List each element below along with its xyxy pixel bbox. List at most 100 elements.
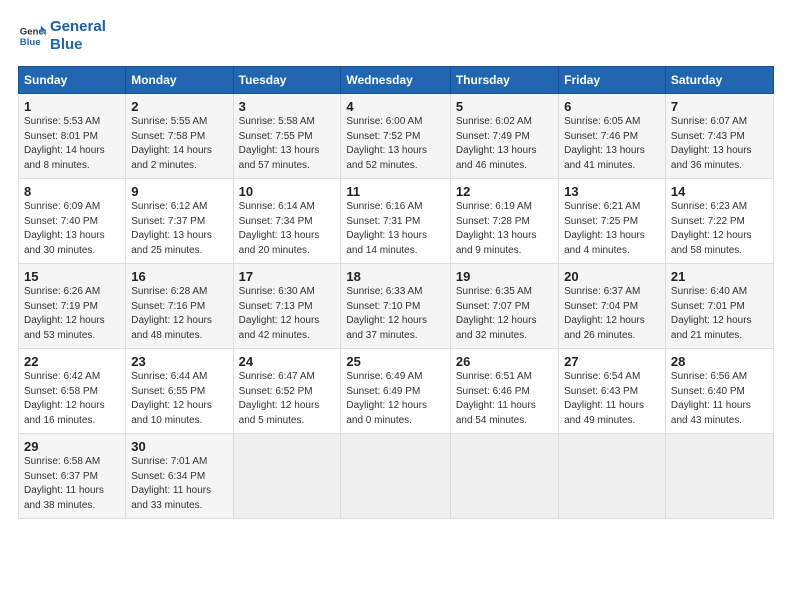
day-detail: Sunrise: 6:40 AMSunset: 7:01 PMDaylight:… xyxy=(671,285,768,343)
day-number: 14 xyxy=(671,184,768,199)
day-detail: Sunrise: 6:42 AMSunset: 6:58 PMDaylight:… xyxy=(24,370,120,428)
day-detail: Sunrise: 6:12 AMSunset: 7:37 PMDaylight:… xyxy=(131,200,227,258)
day-detail: Sunrise: 6:26 AMSunset: 7:19 PMDaylight:… xyxy=(24,285,120,343)
day-detail: Sunrise: 6:14 AMSunset: 7:34 PMDaylight:… xyxy=(239,200,336,258)
weekday-header-row: SundayMondayTuesdayWednesdayThursdayFrid… xyxy=(19,67,774,94)
calendar-cell: 12Sunrise: 6:19 AMSunset: 7:28 PMDayligh… xyxy=(450,179,558,264)
day-number: 9 xyxy=(131,184,227,199)
day-number: 15 xyxy=(24,269,120,284)
day-number: 20 xyxy=(564,269,660,284)
day-detail: Sunrise: 6:51 AMSunset: 6:46 PMDaylight:… xyxy=(456,370,553,428)
day-detail: Sunrise: 6:58 AMSunset: 6:37 PMDaylight:… xyxy=(24,455,120,513)
calendar-cell: 21Sunrise: 6:40 AMSunset: 7:01 PMDayligh… xyxy=(665,264,773,349)
logo-icon: General Blue xyxy=(18,22,46,50)
day-detail: Sunrise: 5:53 AMSunset: 8:01 PMDaylight:… xyxy=(24,115,120,173)
day-number: 18 xyxy=(346,269,445,284)
calendar-week-2: 8Sunrise: 6:09 AMSunset: 7:40 PMDaylight… xyxy=(19,179,774,264)
calendar-cell: 16Sunrise: 6:28 AMSunset: 7:16 PMDayligh… xyxy=(126,264,233,349)
day-number: 28 xyxy=(671,354,768,369)
day-number: 19 xyxy=(456,269,553,284)
day-number: 10 xyxy=(239,184,336,199)
weekday-wednesday: Wednesday xyxy=(341,67,451,94)
day-number: 3 xyxy=(239,99,336,114)
calendar-week-5: 29Sunrise: 6:58 AMSunset: 6:37 PMDayligh… xyxy=(19,434,774,519)
calendar-cell: 9Sunrise: 6:12 AMSunset: 7:37 PMDaylight… xyxy=(126,179,233,264)
calendar-cell: 7Sunrise: 6:07 AMSunset: 7:43 PMDaylight… xyxy=(665,94,773,179)
calendar-cell xyxy=(233,434,341,519)
day-number: 26 xyxy=(456,354,553,369)
day-detail: Sunrise: 6:49 AMSunset: 6:49 PMDaylight:… xyxy=(346,370,445,428)
day-detail: Sunrise: 6:35 AMSunset: 7:07 PMDaylight:… xyxy=(456,285,553,343)
day-number: 7 xyxy=(671,99,768,114)
day-number: 30 xyxy=(131,439,227,454)
weekday-tuesday: Tuesday xyxy=(233,67,341,94)
calendar-week-3: 15Sunrise: 6:26 AMSunset: 7:19 PMDayligh… xyxy=(19,264,774,349)
day-number: 29 xyxy=(24,439,120,454)
day-detail: Sunrise: 6:19 AMSunset: 7:28 PMDaylight:… xyxy=(456,200,553,258)
calendar-cell: 5Sunrise: 6:02 AMSunset: 7:49 PMDaylight… xyxy=(450,94,558,179)
day-detail: Sunrise: 6:28 AMSunset: 7:16 PMDaylight:… xyxy=(131,285,227,343)
calendar-table: SundayMondayTuesdayWednesdayThursdayFrid… xyxy=(18,66,774,519)
calendar-cell: 17Sunrise: 6:30 AMSunset: 7:13 PMDayligh… xyxy=(233,264,341,349)
weekday-thursday: Thursday xyxy=(450,67,558,94)
day-number: 2 xyxy=(131,99,227,114)
day-number: 22 xyxy=(24,354,120,369)
day-number: 16 xyxy=(131,269,227,284)
day-detail: Sunrise: 5:55 AMSunset: 7:58 PMDaylight:… xyxy=(131,115,227,173)
calendar-cell: 27Sunrise: 6:54 AMSunset: 6:43 PMDayligh… xyxy=(559,349,666,434)
day-number: 6 xyxy=(564,99,660,114)
calendar-cell: 13Sunrise: 6:21 AMSunset: 7:25 PMDayligh… xyxy=(559,179,666,264)
day-number: 27 xyxy=(564,354,660,369)
calendar-week-4: 22Sunrise: 6:42 AMSunset: 6:58 PMDayligh… xyxy=(19,349,774,434)
calendar-cell: 18Sunrise: 6:33 AMSunset: 7:10 PMDayligh… xyxy=(341,264,451,349)
svg-text:Blue: Blue xyxy=(20,37,41,48)
day-number: 11 xyxy=(346,184,445,199)
day-number: 21 xyxy=(671,269,768,284)
calendar-cell: 30Sunrise: 7:01 AMSunset: 6:34 PMDayligh… xyxy=(126,434,233,519)
calendar-cell: 1Sunrise: 5:53 AMSunset: 8:01 PMDaylight… xyxy=(19,94,126,179)
logo: General Blue GeneralBlue xyxy=(18,18,106,54)
day-detail: Sunrise: 7:01 AMSunset: 6:34 PMDaylight:… xyxy=(131,455,227,513)
day-number: 13 xyxy=(564,184,660,199)
day-number: 1 xyxy=(24,99,120,114)
day-number: 4 xyxy=(346,99,445,114)
calendar-cell: 23Sunrise: 6:44 AMSunset: 6:55 PMDayligh… xyxy=(126,349,233,434)
calendar-cell: 2Sunrise: 5:55 AMSunset: 7:58 PMDaylight… xyxy=(126,94,233,179)
calendar-cell: 10Sunrise: 6:14 AMSunset: 7:34 PMDayligh… xyxy=(233,179,341,264)
calendar-cell: 25Sunrise: 6:49 AMSunset: 6:49 PMDayligh… xyxy=(341,349,451,434)
calendar-cell xyxy=(450,434,558,519)
calendar-cell: 3Sunrise: 5:58 AMSunset: 7:55 PMDaylight… xyxy=(233,94,341,179)
calendar-cell: 6Sunrise: 6:05 AMSunset: 7:46 PMDaylight… xyxy=(559,94,666,179)
day-number: 12 xyxy=(456,184,553,199)
weekday-friday: Friday xyxy=(559,67,666,94)
day-number: 24 xyxy=(239,354,336,369)
calendar-cell: 28Sunrise: 6:56 AMSunset: 6:40 PMDayligh… xyxy=(665,349,773,434)
calendar-cell: 4Sunrise: 6:00 AMSunset: 7:52 PMDaylight… xyxy=(341,94,451,179)
day-detail: Sunrise: 6:00 AMSunset: 7:52 PMDaylight:… xyxy=(346,115,445,173)
day-detail: Sunrise: 6:33 AMSunset: 7:10 PMDaylight:… xyxy=(346,285,445,343)
calendar-cell: 14Sunrise: 6:23 AMSunset: 7:22 PMDayligh… xyxy=(665,179,773,264)
calendar-cell: 15Sunrise: 6:26 AMSunset: 7:19 PMDayligh… xyxy=(19,264,126,349)
calendar-week-1: 1Sunrise: 5:53 AMSunset: 8:01 PMDaylight… xyxy=(19,94,774,179)
calendar-cell: 26Sunrise: 6:51 AMSunset: 6:46 PMDayligh… xyxy=(450,349,558,434)
day-detail: Sunrise: 6:07 AMSunset: 7:43 PMDaylight:… xyxy=(671,115,768,173)
day-detail: Sunrise: 6:05 AMSunset: 7:46 PMDaylight:… xyxy=(564,115,660,173)
calendar-cell: 22Sunrise: 6:42 AMSunset: 6:58 PMDayligh… xyxy=(19,349,126,434)
day-detail: Sunrise: 6:30 AMSunset: 7:13 PMDaylight:… xyxy=(239,285,336,343)
day-detail: Sunrise: 6:16 AMSunset: 7:31 PMDaylight:… xyxy=(346,200,445,258)
calendar-cell: 11Sunrise: 6:16 AMSunset: 7:31 PMDayligh… xyxy=(341,179,451,264)
calendar-cell: 24Sunrise: 6:47 AMSunset: 6:52 PMDayligh… xyxy=(233,349,341,434)
day-detail: Sunrise: 6:47 AMSunset: 6:52 PMDaylight:… xyxy=(239,370,336,428)
day-detail: Sunrise: 6:23 AMSunset: 7:22 PMDaylight:… xyxy=(671,200,768,258)
day-detail: Sunrise: 6:09 AMSunset: 7:40 PMDaylight:… xyxy=(24,200,120,258)
page-header: General Blue GeneralBlue xyxy=(18,18,774,54)
day-detail: Sunrise: 6:44 AMSunset: 6:55 PMDaylight:… xyxy=(131,370,227,428)
weekday-sunday: Sunday xyxy=(19,67,126,94)
day-number: 8 xyxy=(24,184,120,199)
day-number: 25 xyxy=(346,354,445,369)
calendar-cell: 29Sunrise: 6:58 AMSunset: 6:37 PMDayligh… xyxy=(19,434,126,519)
calendar-cell xyxy=(559,434,666,519)
day-detail: Sunrise: 6:56 AMSunset: 6:40 PMDaylight:… xyxy=(671,370,768,428)
calendar-cell: 20Sunrise: 6:37 AMSunset: 7:04 PMDayligh… xyxy=(559,264,666,349)
day-number: 23 xyxy=(131,354,227,369)
